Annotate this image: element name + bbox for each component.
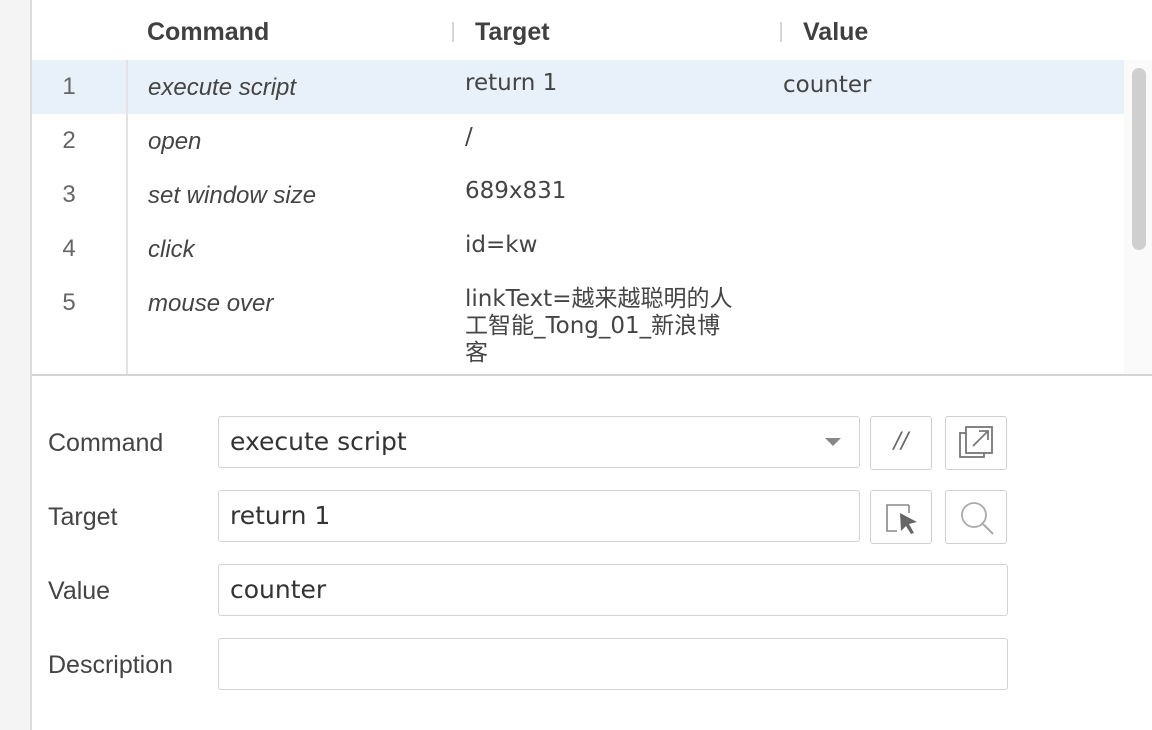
command-select-value: execute script xyxy=(230,427,407,456)
column-separator[interactable] xyxy=(452,22,454,42)
find-target-button[interactable] xyxy=(945,490,1007,544)
open-reference-button[interactable] xyxy=(945,416,1007,470)
scrollbar-thumb[interactable] xyxy=(1132,68,1146,250)
table-row[interactable]: 4 click id=kw xyxy=(32,222,1124,276)
target-label: Target xyxy=(48,503,118,531)
external-link-icon xyxy=(959,426,993,458)
column-header-target[interactable]: Target xyxy=(475,16,550,48)
chevron-down-icon[interactable] xyxy=(825,438,841,446)
table-scrollbar[interactable] xyxy=(1124,60,1152,374)
panel-divider[interactable] xyxy=(32,374,1152,376)
left-panel-edge xyxy=(0,0,32,730)
table-row[interactable]: 3 set window size 689x831 xyxy=(32,168,1124,222)
comment-toggle-button[interactable]: // xyxy=(870,416,932,470)
command-table-header: Command Target Value xyxy=(32,0,1152,62)
description-input[interactable] xyxy=(218,638,1008,690)
row-command: click xyxy=(148,236,195,263)
command-table-body: 1 execute script return 1 counter 2 open… xyxy=(32,60,1124,374)
comment-toggle-label: // xyxy=(893,429,909,454)
value-input[interactable]: counter xyxy=(218,564,1008,616)
command-select[interactable]: execute script xyxy=(218,416,860,468)
row-command: open xyxy=(148,128,202,155)
row-target: linkText=越来越聪明的人 工智能_Tong_01_新浪博 客 xyxy=(465,286,765,367)
row-target-line: 工智能_Tong_01_新浪博 xyxy=(465,313,721,339)
table-row[interactable]: 5 mouse over linkText=越来越聪明的人 工智能_Tong_0… xyxy=(32,276,1124,374)
line-number-gutter xyxy=(32,60,128,374)
row-target: 689x831 xyxy=(465,178,567,204)
column-header-value[interactable]: Value xyxy=(803,16,868,48)
row-target: id=kw xyxy=(465,232,538,258)
search-icon xyxy=(961,502,994,535)
row-command: execute script xyxy=(148,74,297,101)
row-target: / xyxy=(465,124,473,150)
column-header-command[interactable]: Command xyxy=(147,16,269,48)
select-target-icon xyxy=(886,504,917,534)
description-label: Description xyxy=(48,651,174,679)
table-row[interactable]: 2 open / xyxy=(32,114,1124,168)
target-input[interactable]: return 1 xyxy=(218,490,860,542)
row-target-line: linkText=越来越聪明的人 xyxy=(465,286,733,312)
column-separator[interactable] xyxy=(780,22,782,42)
value-label: Value xyxy=(48,577,111,605)
row-command: set window size xyxy=(148,182,317,209)
target-input-value: return 1 xyxy=(230,501,331,530)
row-target-line: 客 xyxy=(465,340,488,366)
row-target: return 1 xyxy=(465,70,558,96)
command-label: Command xyxy=(48,429,164,457)
select-target-button[interactable] xyxy=(870,490,932,544)
row-value: counter xyxy=(783,72,872,98)
value-input-value: counter xyxy=(230,575,327,604)
row-command: mouse over xyxy=(148,290,274,317)
table-row[interactable]: 1 execute script return 1 counter xyxy=(32,60,1124,114)
